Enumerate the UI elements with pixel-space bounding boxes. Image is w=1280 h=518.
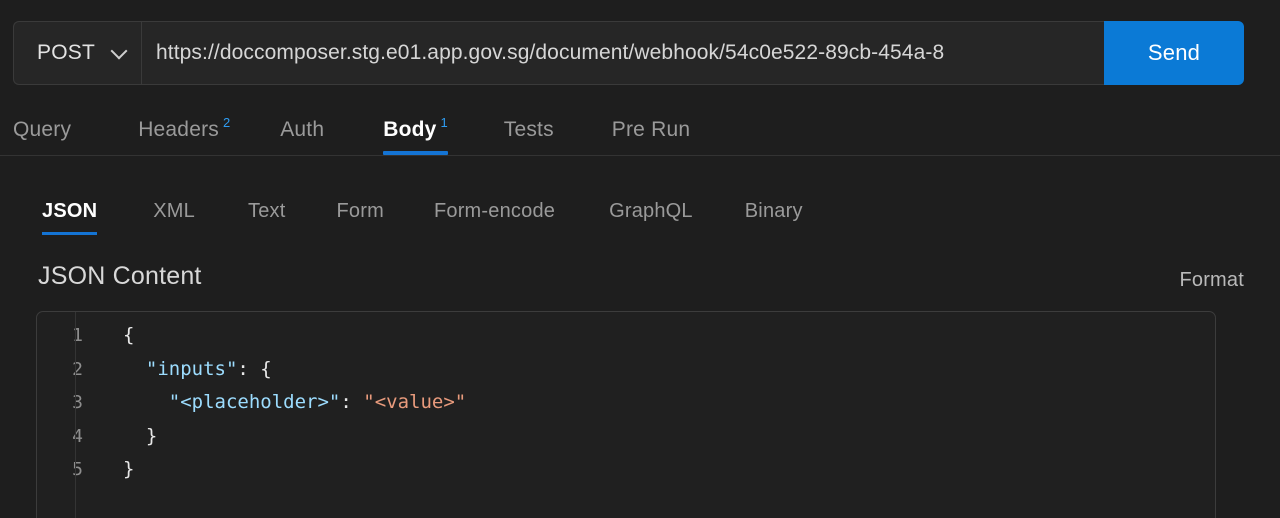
editor-token-punct: } <box>123 458 135 480</box>
body-type-json-label: JSON <box>42 199 98 222</box>
editor-line: 3 "<placeholder>": "<value>" <box>37 386 1215 420</box>
editor-line: 2 "inputs": { <box>37 353 1215 387</box>
json-body-editor[interactable]: 1{2 "inputs": {3 "<placeholder>": "<valu… <box>36 311 1216 518</box>
body-type-json[interactable]: JSON <box>42 187 98 235</box>
body-type-xml[interactable]: XML <box>153 187 195 235</box>
format-button[interactable]: Format <box>1179 269 1244 292</box>
body-type-text-label: Text <box>248 199 286 222</box>
send-button[interactable]: Send <box>1104 21 1244 85</box>
request-url-input[interactable]: https://doccomposer.stg.e01.app.gov.sg/d… <box>141 21 1104 85</box>
editor-line-text: } <box>93 420 157 454</box>
editor-token-key: "<placeholder>" <box>168 391 341 413</box>
editor-line: 1{ <box>37 319 1215 353</box>
body-type-form[interactable]: Form <box>336 187 383 235</box>
tab-auth[interactable]: Auth <box>280 104 324 155</box>
tab-pre-run-label: Pre Run <box>611 117 691 141</box>
tab-query-label: Query <box>13 117 72 141</box>
editor-line-text: "inputs": { <box>93 353 272 387</box>
editor-line-text: "<placeholder>": "<value>" <box>93 386 466 420</box>
body-type-form-label: Form <box>336 199 384 222</box>
editor-token-str: "<value>" <box>363 391 467 413</box>
request-url-bar: POST https://doccomposer.stg.e01.app.gov… <box>13 21 1244 85</box>
editor-token-punct: : { <box>237 357 272 380</box>
editor-line-number: 1 <box>72 325 83 346</box>
tab-tests-label: Tests <box>503 117 554 141</box>
body-type-tabs: JSON XML Text Form Form-encode GraphQL B… <box>0 187 1280 237</box>
tab-auth-label: Auth <box>280 117 325 141</box>
request-url-value: https://doccomposer.stg.e01.app.gov.sg/d… <box>156 41 945 64</box>
body-type-text[interactable]: Text <box>248 187 285 235</box>
body-type-binary-label: Binary <box>744 199 803 222</box>
http-method-select[interactable]: POST <box>13 21 141 85</box>
request-section-tabs: Query Headers 2 Auth Body 1 Tests Pre Ru… <box>0 104 1280 156</box>
editor-gutter-divider <box>75 312 76 518</box>
editor-token-key: "inputs" <box>145 357 238 380</box>
json-body-editor-inner: 1{2 "inputs": {3 "<placeholder>": "<valu… <box>37 312 1215 518</box>
editor-line: 4 } <box>37 420 1215 454</box>
editor-line-number: 4 <box>72 425 83 447</box>
tab-query[interactable]: Query <box>13 104 71 155</box>
body-type-graphql-label: GraphQL <box>609 199 693 222</box>
body-type-binary[interactable]: Binary <box>745 187 803 235</box>
editor-line-text: { <box>93 319 134 353</box>
tab-body[interactable]: Body 1 <box>383 104 448 155</box>
editor-line-number: 2 <box>72 358 83 380</box>
tab-body-active-underline <box>383 151 448 155</box>
body-type-form-encode-label: Form-encode <box>433 199 556 222</box>
editor-line-number: 3 <box>72 392 83 413</box>
editor-token-punct: : <box>340 391 364 413</box>
body-type-json-active-underline <box>42 232 98 235</box>
api-client-request-panel: POST https://doccomposer.stg.e01.app.gov… <box>0 0 1280 518</box>
tab-headers[interactable]: Headers 2 <box>138 104 230 155</box>
tab-body-label: Body <box>383 117 437 141</box>
editor-token-punct: { <box>123 324 135 346</box>
body-type-xml-label: XML <box>153 199 195 222</box>
tab-body-badge: 1 <box>440 115 448 130</box>
json-content-header: JSON Content Format <box>0 262 1280 306</box>
tab-tests[interactable]: Tests <box>504 104 554 155</box>
body-type-graphql[interactable]: GraphQL <box>609 187 693 235</box>
tab-headers-label: Headers <box>138 117 219 141</box>
chevron-down-icon <box>113 45 126 58</box>
editor-line-text: } <box>93 453 134 487</box>
editor-line-number: 5 <box>72 459 83 480</box>
editor-code-lines: 1{2 "inputs": {3 "<placeholder>": "<valu… <box>37 319 1215 487</box>
body-type-form-encode[interactable]: Form-encode <box>434 187 555 235</box>
tab-pre-run[interactable]: Pre Run <box>612 104 690 155</box>
editor-line: 5} <box>37 453 1215 487</box>
editor-token-punct: } <box>145 424 158 447</box>
json-content-title: JSON Content <box>38 262 202 290</box>
tab-headers-badge: 2 <box>222 115 231 130</box>
http-method-value: POST <box>37 41 95 64</box>
